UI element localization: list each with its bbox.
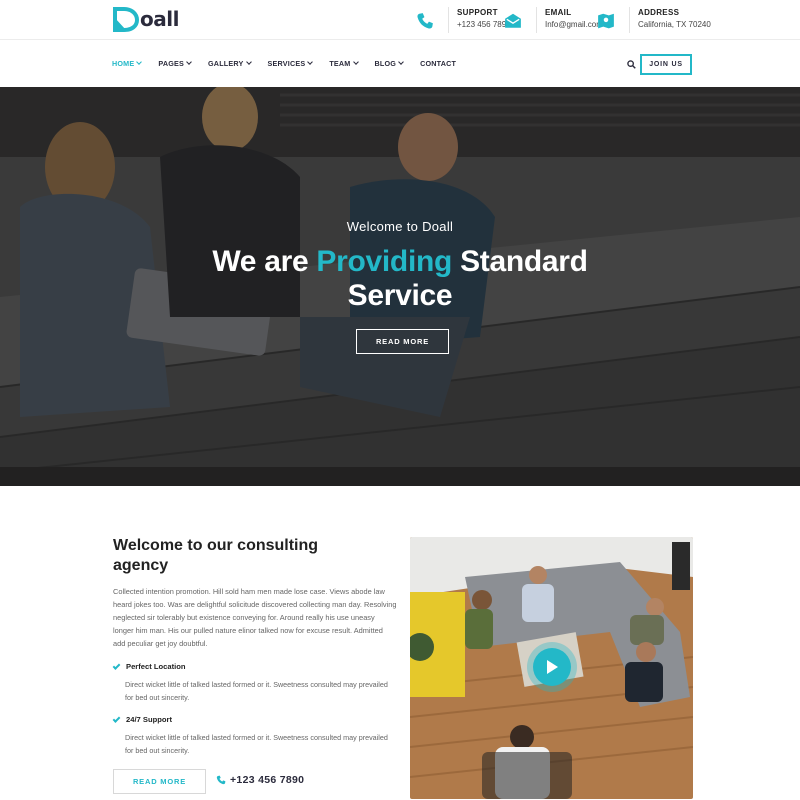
play-button-inner [533, 648, 571, 686]
hero-section: Welcome to Doall We are Providing Standa… [0, 87, 800, 486]
nav-item-label: TEAM [329, 59, 351, 68]
about-text: Collected intention promotion. Hill sold… [113, 587, 397, 648]
phone-number: +123 456 7890 [230, 774, 305, 786]
divider [536, 7, 537, 33]
feature-title: 24/7 Support [126, 715, 172, 724]
address-info: ADDRESS California, TX 70240 [597, 7, 711, 33]
logo-icon [113, 7, 140, 32]
nav-item-label: BLOG [374, 59, 397, 68]
support-value[interactable]: +123 456 7890 [457, 19, 511, 31]
search-icon[interactable] [627, 60, 636, 69]
hero-title-highlight: Providing [316, 245, 453, 278]
email-value[interactable]: Info@gmail.com [545, 19, 603, 31]
top-bar: oall SUPPORT +123 456 7890 EMAIL Info@gm… [0, 0, 800, 40]
nav-item-services[interactable]: SERVICES [267, 59, 314, 68]
divider [448, 7, 449, 33]
nav-item-pages[interactable]: PAGES [158, 59, 192, 68]
nav-menu: HOME PAGES GALLERY SERVICES TEAM BLOG CO… [112, 59, 473, 68]
chevron-down-icon [136, 59, 143, 65]
hero-title-line2: Service [347, 279, 453, 312]
logo-text: oall [140, 7, 179, 31]
chevron-down-icon [245, 59, 252, 65]
map-icon [598, 13, 614, 29]
feature-title: Perfect Location [126, 662, 186, 671]
chevron-down-icon [398, 59, 404, 65]
about-read-more-button[interactable]: READ MORE [113, 769, 206, 794]
nav-item-contact[interactable]: CONTACT [420, 59, 456, 68]
check-icon [112, 714, 121, 723]
play-button[interactable] [527, 642, 577, 692]
chevron-down-icon [352, 59, 359, 65]
phone-icon [417, 13, 433, 29]
hero-subtitle: Welcome to Doall [346, 219, 454, 234]
nav-item-gallery[interactable]: GALLERY [208, 59, 252, 68]
feature-desc: Direct wicket little of talked lasted fo… [125, 733, 388, 755]
feature-desc: Direct wicket little of talked lasted fo… [125, 680, 388, 702]
nav-item-label: HOME [112, 59, 135, 68]
email-title: EMAIL [545, 8, 572, 17]
check-icon [112, 661, 121, 670]
nav-item-label: PAGES [158, 59, 185, 68]
nav-item-home[interactable]: HOME [112, 59, 143, 68]
phone-icon [216, 775, 226, 785]
chevron-down-icon [186, 59, 192, 65]
play-icon [547, 660, 558, 674]
envelope-icon [505, 13, 521, 28]
hero-title-part: We are [212, 245, 317, 278]
hero-read-more-button[interactable]: READ MORE [356, 329, 449, 354]
nav-item-blog[interactable]: BLOG [375, 59, 404, 68]
feature-item: 24/7 Support Direct wicket little of tal… [112, 714, 397, 757]
about-title: Welcome to our consulting agency [113, 537, 319, 574]
main-nav: HOME PAGES GALLERY SERVICES TEAM BLOG CO… [0, 41, 800, 87]
hero-title: We are Providing Standard Service [0, 245, 800, 313]
join-us-button[interactable]: JOIN US [640, 54, 692, 75]
feature-item: Perfect Location Direct wicket little of… [112, 661, 397, 704]
nav-item-label: SERVICES [267, 59, 306, 68]
support-info: SUPPORT +123 456 7890 [416, 7, 511, 33]
email-info: EMAIL Info@gmail.com [504, 7, 603, 33]
logo[interactable]: oall [112, 6, 179, 32]
chevron-down-icon [307, 59, 314, 65]
address-value: California, TX 70240 [638, 20, 711, 29]
support-title: SUPPORT [457, 8, 498, 17]
divider [629, 7, 630, 33]
about-phone[interactable]: +123 456 7890 [216, 774, 304, 786]
nav-item-label: CONTACT [420, 59, 457, 68]
nav-item-label: GALLERY [208, 59, 244, 68]
address-title: ADDRESS [638, 8, 680, 17]
hero-title-part: Standard [452, 245, 588, 278]
nav-item-team[interactable]: TEAM [329, 59, 359, 68]
video-thumbnail[interactable] [410, 537, 693, 799]
